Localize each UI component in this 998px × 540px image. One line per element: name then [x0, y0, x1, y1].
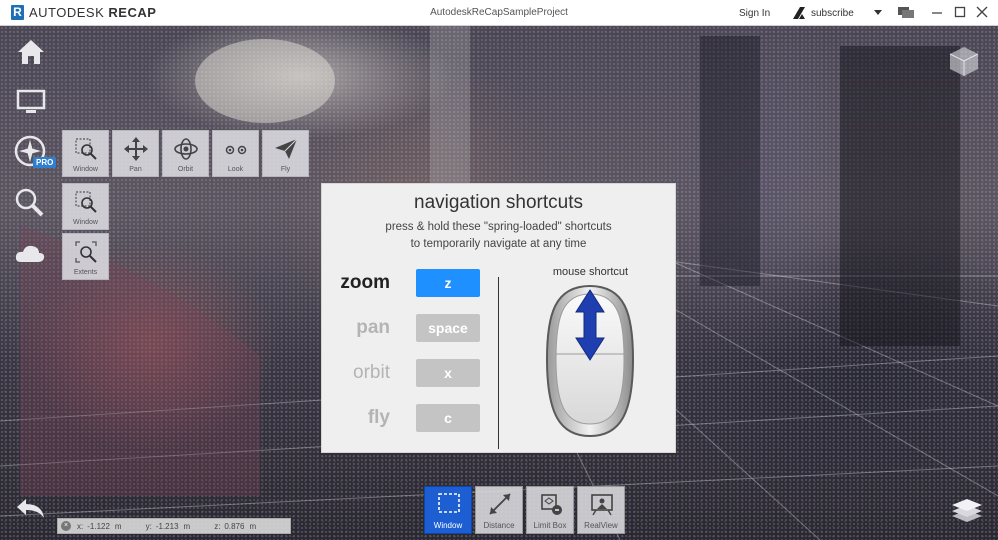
zoom-button[interactable] [11, 184, 47, 220]
paper-plane-icon [275, 138, 298, 159]
cloud-button[interactable] [12, 236, 48, 272]
mouse-scroll-icon [545, 284, 635, 438]
realview-icon [591, 494, 613, 516]
close-icon[interactable] [975, 5, 989, 19]
nav-look-label: Look [227, 166, 244, 173]
nav-window-button[interactable]: Window [62, 130, 109, 177]
distance-button[interactable]: Distance [475, 486, 523, 534]
layers-icon[interactable] [950, 496, 984, 524]
view-cube-icon[interactable] [947, 44, 981, 78]
select-window-button[interactable]: Window [424, 486, 472, 534]
back-arrow-icon[interactable] [14, 496, 48, 522]
select-window-label: Window [433, 521, 463, 530]
chat-icon[interactable] [898, 7, 914, 19]
zoom-window-button[interactable]: Window [62, 183, 109, 230]
dialog-title: navigation shortcuts [414, 192, 583, 213]
nav-pan-button[interactable]: Pan [112, 130, 159, 177]
product-name: RECAP [108, 5, 157, 20]
look-eyes-icon [225, 145, 247, 155]
pan-arrows-icon [124, 137, 148, 161]
nav-orbit-button[interactable]: Orbit [162, 130, 209, 177]
distance-label: Distance [483, 521, 515, 530]
app-logo: R AUTODESK RECAP [11, 5, 156, 20]
mouse-shortcut-title: mouse shortcut [552, 266, 629, 278]
realview-label: RealView [584, 521, 618, 530]
zoom-extents-label: Extents [73, 269, 98, 276]
zoom-extents-icon [75, 241, 97, 263]
maximize-icon[interactable] [953, 5, 967, 19]
zoom-window-label: Window [73, 219, 98, 226]
dialog-subtitle-line2: to temporarily navigate at any time [410, 238, 587, 250]
shortcut-zoom-key[interactable]: z [416, 269, 480, 297]
y-coord-unit: m [183, 521, 191, 531]
x-coord-value: -1.122 [87, 521, 110, 531]
minimize-icon[interactable] [930, 5, 944, 19]
recap-logo-icon: R [11, 5, 24, 20]
selection-window-icon [438, 493, 460, 513]
zoom-window-icon [75, 191, 97, 213]
brand-name: AUTODESK [29, 5, 105, 20]
nav-pan-label: Pan [129, 166, 142, 173]
shortcut-orbit-label: orbit [353, 362, 390, 383]
zoom-window-icon [75, 138, 97, 160]
display-button[interactable] [13, 84, 49, 120]
x-coord-label: x: [77, 521, 84, 531]
zoom-extents-button[interactable]: Extents [62, 233, 109, 280]
orbit-icon [174, 138, 198, 160]
title-bar: R AUTODESK RECAP AutodeskReCapSampleProj… [0, 0, 998, 26]
home-button[interactable] [13, 34, 49, 70]
shortcut-fly-label: fly [367, 407, 390, 428]
sign-in-link[interactable]: Sign In [739, 8, 770, 19]
dialog-divider [498, 277, 499, 449]
shortcut-pan-label: pan [356, 317, 390, 338]
app-name: AUTODESK RECAP [29, 5, 156, 20]
monitor-icon [16, 89, 46, 113]
chevron-down-icon[interactable] [874, 10, 882, 15]
x-coord-unit: m [114, 521, 122, 531]
shortcut-pan-key[interactable]: space [416, 314, 480, 342]
nav-look-button[interactable]: Look [212, 130, 259, 177]
y-coord-value: -1.213 [155, 521, 179, 531]
coordinates-readout: × x: -1.122 m y: -1.213 m z: 0.876 m [57, 518, 291, 534]
nav-window-label: Window [73, 166, 98, 173]
shortcut-orbit-key[interactable]: x [416, 359, 480, 387]
autodesk-icon [793, 7, 805, 19]
pro-badge: PRO [33, 157, 57, 168]
navigation-shortcuts-dialog: navigation shortcuts press & hold these … [321, 183, 676, 453]
shortcut-fly-key[interactable]: c [416, 404, 480, 432]
close-coordinates-icon[interactable]: × [61, 521, 71, 531]
limit-box-icon [541, 494, 562, 515]
y-coord-label: y: [145, 521, 152, 531]
distance-ruler-icon [489, 493, 511, 515]
z-coord-unit: m [249, 521, 257, 531]
magnifier-icon [15, 188, 44, 217]
z-coord-value: 0.876 [224, 521, 245, 531]
cloud-icon [15, 245, 45, 262]
shortcut-zoom-label: zoom [340, 272, 390, 293]
realview-button[interactable]: RealView [577, 486, 625, 534]
limit-box-button[interactable]: Limit Box [526, 486, 574, 534]
home-icon [18, 40, 44, 64]
nav-fly-button[interactable]: Fly [262, 130, 309, 177]
nav-fly-label: Fly [280, 166, 291, 173]
limit-box-label: Limit Box [533, 521, 567, 530]
nav-orbit-label: Orbit [177, 166, 194, 173]
dialog-subtitle-line1: press & hold these "spring-loaded" short… [385, 221, 612, 233]
subscribe-link[interactable]: subscribe [811, 8, 854, 19]
z-coord-label: z: [214, 521, 221, 531]
